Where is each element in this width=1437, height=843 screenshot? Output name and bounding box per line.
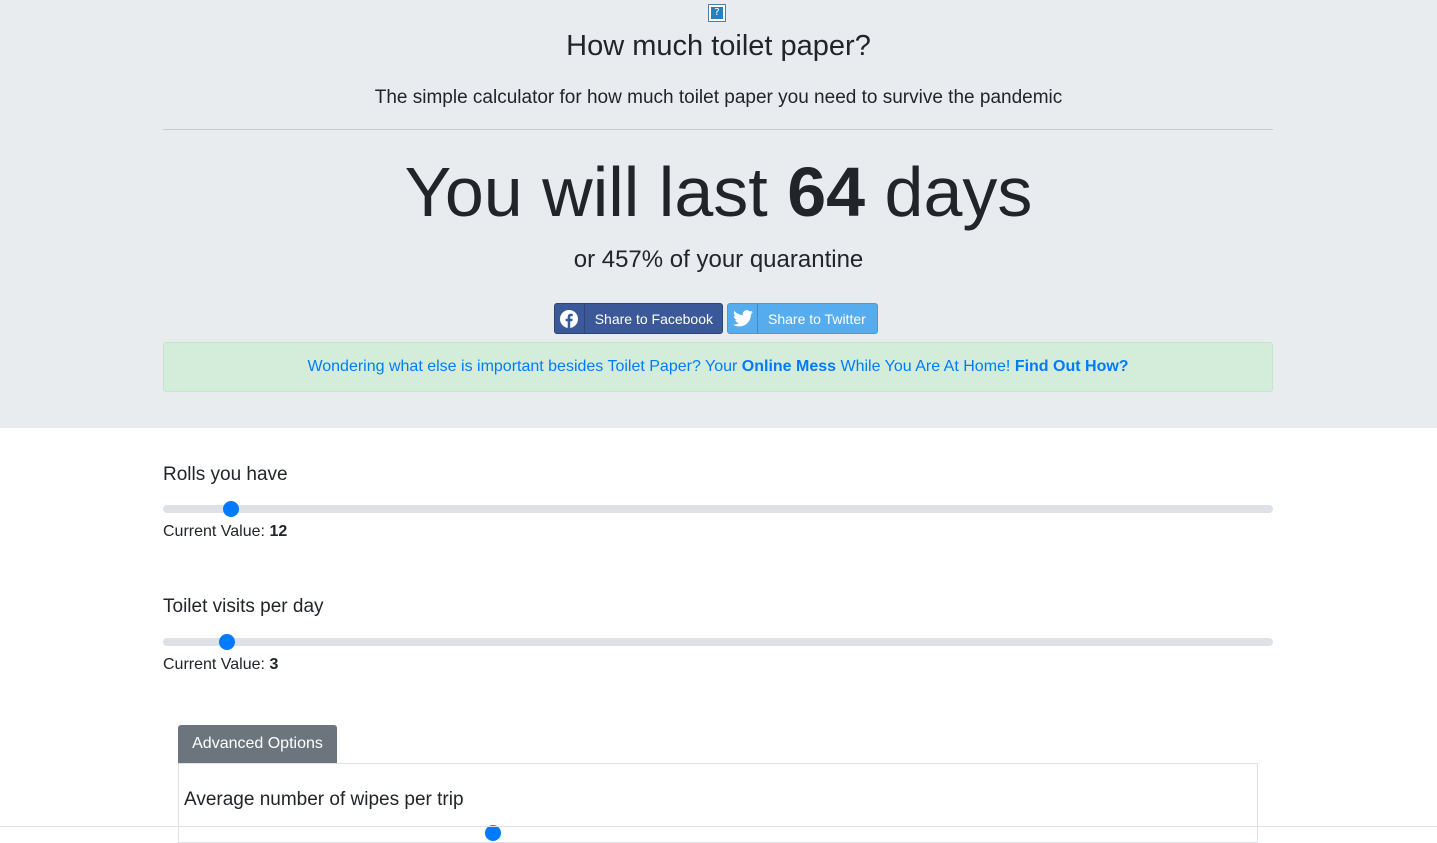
wipes-label: Average number of wipes per trip [184, 789, 464, 810]
visits-slider[interactable] [163, 634, 1273, 650]
help-box-icon: ? [708, 4, 726, 22]
twitter-icon [728, 304, 758, 333]
rolls-current-label: Current Value: [163, 523, 265, 540]
result-sub-prefix: or [573, 246, 596, 273]
rolls-slider[interactable] [163, 501, 1273, 517]
promo-text-1: Wondering what else is important besides… [307, 358, 738, 375]
wipes-slider-thumb[interactable] [485, 825, 501, 841]
visits-slider-thumb[interactable] [219, 634, 236, 650]
result-prefix: You will last [404, 153, 768, 231]
share-twitter-button[interactable]: Share to Twitter [727, 303, 878, 334]
divider [163, 129, 1273, 130]
page-title: How much toilet paper? [566, 30, 871, 62]
advanced-options-panel: Average number of wipes per trip [178, 763, 1258, 843]
hero-section: ? How much toilet paper? The simple calc… [0, 0, 1437, 428]
share-facebook-button[interactable]: Share to Facebook [554, 303, 723, 334]
rolls-slider-thumb[interactable] [222, 501, 239, 517]
page-subtitle: The simple calculator for how much toile… [374, 87, 1063, 108]
share-twitter-label: Share to Twitter [768, 310, 866, 327]
visits-label: Toilet visits per day [163, 596, 324, 617]
visits-current-label: Current Value: [163, 656, 265, 673]
facebook-icon [555, 304, 585, 333]
promo-text-2: While You Are At Home! [840, 358, 1011, 375]
result-subheading: or 457% of your quarantine [0, 245, 1437, 275]
rolls-current-value: Current Value: 12 [163, 522, 287, 542]
advanced-options-button[interactable]: Advanced Options [178, 725, 337, 763]
result-sub-suffix: of your quarantine [669, 246, 864, 273]
visits-value: 3 [269, 656, 279, 673]
result-percent: 457% [601, 246, 664, 273]
rolls-label: Rolls you have [163, 464, 288, 485]
result-suffix: days [884, 153, 1033, 231]
visits-current-value: Current Value: 3 [163, 655, 278, 675]
result-days: 64 [787, 153, 866, 231]
share-facebook-label: Share to Facebook [594, 310, 713, 327]
promo-link[interactable]: Find Out How? [1015, 358, 1129, 375]
promo-bold: Online Mess [741, 358, 837, 375]
viewport-edge [0, 826, 1437, 827]
result-heading: You will last 64 days [0, 150, 1437, 234]
rolls-value: 12 [269, 523, 288, 540]
promo-alert: Wondering what else is important besides… [163, 342, 1273, 392]
